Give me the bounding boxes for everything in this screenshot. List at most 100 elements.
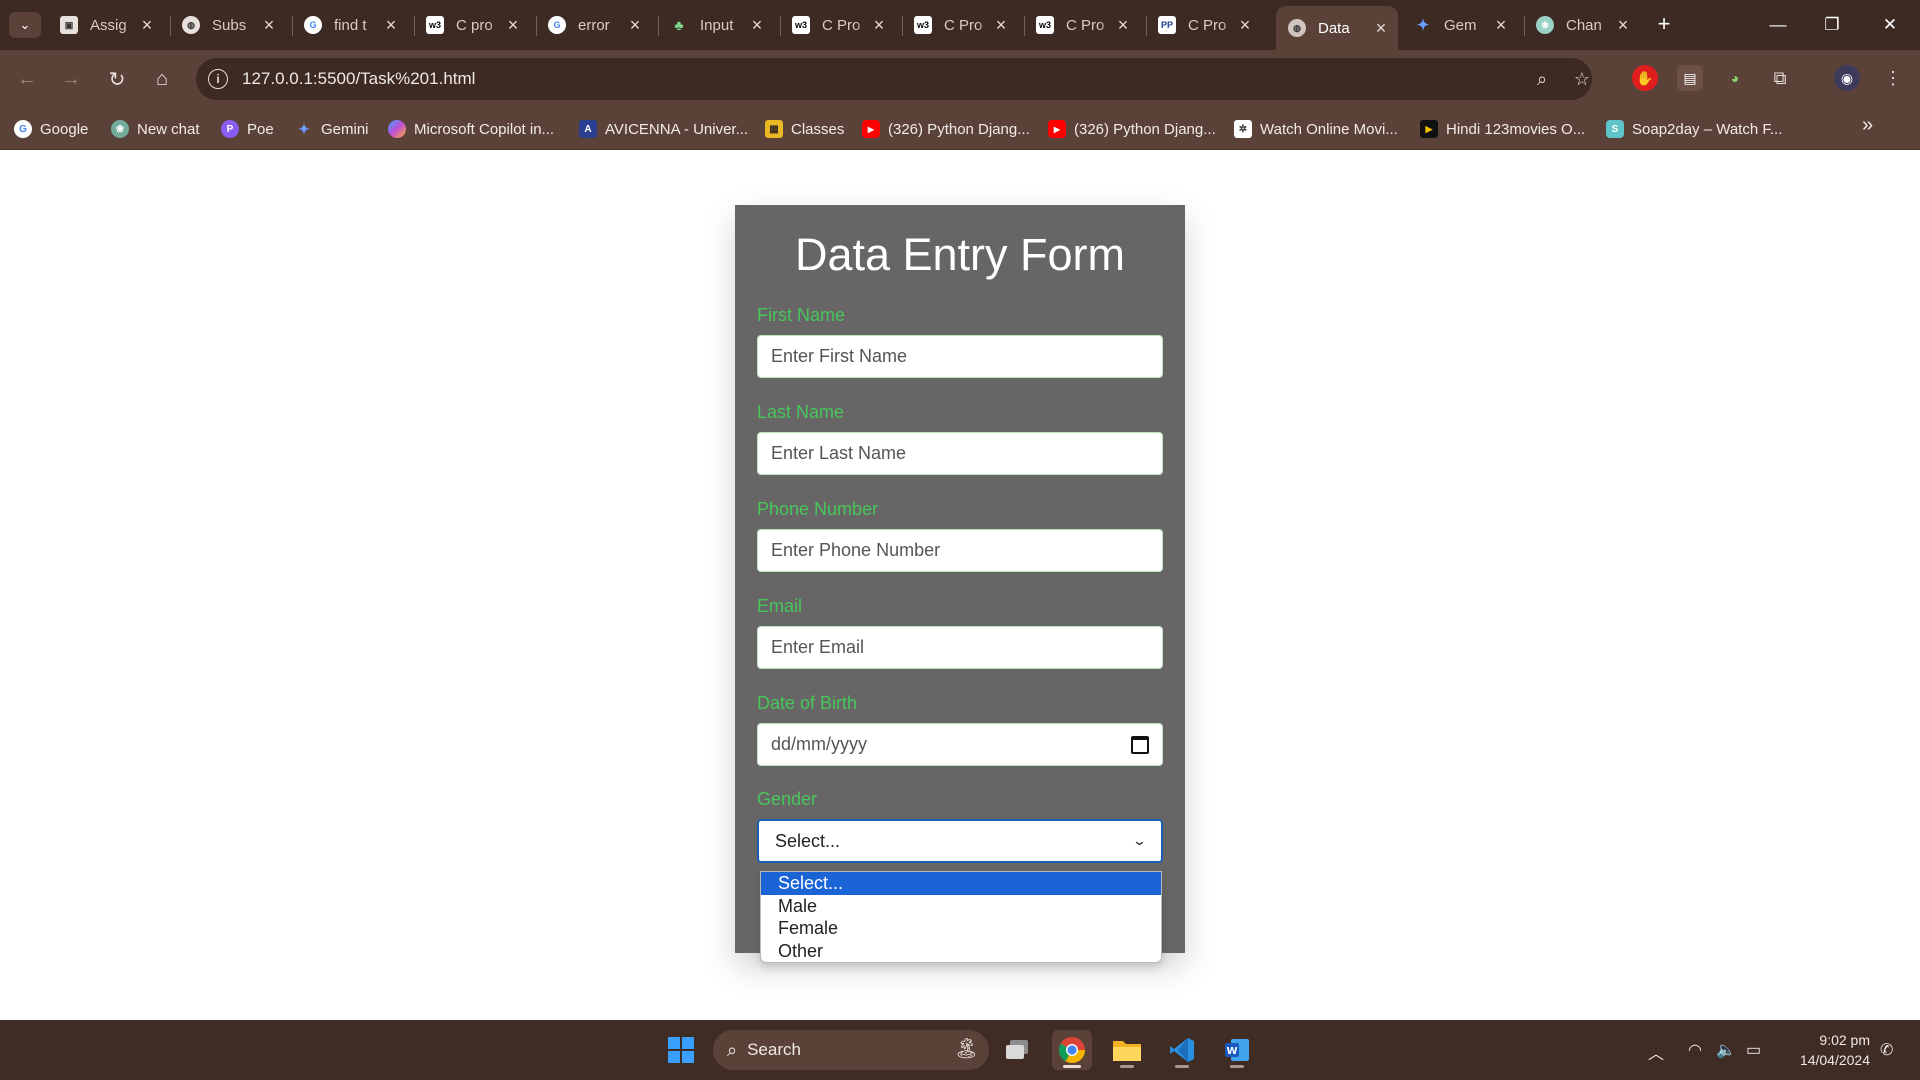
- gemini-icon: ✦: [1416, 17, 1430, 34]
- close-icon[interactable]: ×: [1492, 15, 1510, 36]
- first-name-label: First Name: [757, 305, 846, 325]
- close-icon[interactable]: ×: [382, 15, 400, 36]
- browser-tab[interactable]: G error ×: [536, 8, 652, 42]
- show-hidden-icons-chevron-icon[interactable]: ︿: [1648, 1040, 1664, 1064]
- reload-icon[interactable]: ↻: [102, 64, 132, 94]
- bookmark-poe[interactable]: P Poe: [221, 116, 274, 142]
- browser-tab[interactable]: w3 C Pro ×: [902, 8, 1018, 42]
- last-name-input[interactable]: [757, 432, 1163, 475]
- vscode-icon[interactable]: [1162, 1030, 1202, 1070]
- email-input[interactable]: [757, 626, 1163, 669]
- tab-search-button[interactable]: ⌄: [9, 12, 41, 38]
- bookmark-star-icon[interactable]: ☆: [1570, 67, 1594, 91]
- bookmark-google[interactable]: G Google: [14, 116, 88, 142]
- google-icon: G: [304, 16, 322, 34]
- browser-tab[interactable]: ❀ Chan ×: [1524, 8, 1640, 42]
- task-view-icon[interactable]: [997, 1030, 1037, 1070]
- gender-option-other[interactable]: Other: [761, 940, 1161, 963]
- window-close-icon[interactable]: ✕: [1864, 6, 1916, 44]
- more-bookmarks-chevron-icon[interactable]: »: [1862, 114, 1873, 137]
- google-icon: G: [548, 16, 566, 34]
- close-icon[interactable]: ×: [626, 15, 644, 36]
- wifi-icon[interactable]: ◠: [1688, 1040, 1702, 1060]
- system-clock[interactable]: 9:02 pm 14/04/2024: [1780, 1030, 1870, 1070]
- gender-select[interactable]: Select... ⌄: [757, 819, 1163, 863]
- bookmark-avicenna[interactable]: A AVICENNA - Univer...: [579, 116, 748, 142]
- browser-tab[interactable]: ✦ Gem ×: [1402, 8, 1518, 42]
- globe-icon: ◍: [1288, 19, 1306, 37]
- close-icon[interactable]: ×: [870, 15, 888, 36]
- extension-red-icon[interactable]: ✋: [1632, 65, 1658, 91]
- gender-option-select[interactable]: Select...: [761, 872, 1161, 895]
- gender-option-male[interactable]: Male: [761, 895, 1161, 918]
- bookmark-gemini[interactable]: ✦ Gemini: [295, 116, 369, 142]
- close-icon[interactable]: ×: [992, 15, 1010, 36]
- browser-tab-bar: ⌄ ▣ Assig × ◍ Subs × G find t × w3 C pro…: [0, 0, 1920, 50]
- word-icon[interactable]: W: [1217, 1030, 1257, 1070]
- avicenna-icon: A: [579, 120, 597, 138]
- phone-number-input[interactable]: [757, 529, 1163, 572]
- file-explorer-icon[interactable]: [1107, 1030, 1147, 1070]
- date-of-birth-input[interactable]: dd/mm/yyyy: [757, 723, 1163, 766]
- battery-icon[interactable]: ▭: [1746, 1040, 1761, 1060]
- forward-arrow-icon[interactable]: →: [56, 64, 86, 94]
- minimize-icon[interactable]: —: [1752, 6, 1804, 44]
- calendar-icon[interactable]: [1131, 735, 1149, 754]
- restore-icon[interactable]: ❐: [1806, 6, 1858, 44]
- browser-tab[interactable]: ♣ Input ×: [658, 8, 774, 42]
- site-info-icon[interactable]: i: [208, 69, 228, 89]
- w3schools-icon: w3: [426, 16, 444, 34]
- chrome-taskbar-icon[interactable]: [1052, 1030, 1092, 1070]
- address-bar[interactable]: i 127.0.0.1:5500/Task%201.html ⌕ ☆: [196, 58, 1592, 100]
- play-icon: ▶: [1420, 120, 1438, 138]
- extension-google-icon[interactable]: ◕: [1722, 65, 1748, 91]
- volume-icon[interactable]: 🔈: [1716, 1040, 1736, 1060]
- browser-tab-active[interactable]: ◍ Data ×: [1276, 6, 1398, 50]
- taskbar-search-box[interactable]: ⌕ Search 🏝: [713, 1030, 989, 1070]
- browser-tab[interactable]: w3 C pro ×: [414, 8, 530, 42]
- gender-option-female[interactable]: Female: [761, 917, 1161, 940]
- close-icon[interactable]: ×: [1236, 15, 1254, 36]
- bookmark-soap2day[interactable]: S Soap2day – Watch F...: [1606, 116, 1782, 142]
- zoom-icon[interactable]: ⌕: [1530, 67, 1554, 91]
- windows-start-icon[interactable]: [661, 1030, 701, 1070]
- close-icon[interactable]: ×: [260, 15, 278, 36]
- browser-tab[interactable]: ▣ Assig ×: [48, 8, 164, 42]
- bookmark-new-chat[interactable]: ❀ New chat: [111, 116, 200, 142]
- extensions-puzzle-icon[interactable]: ⧉: [1767, 65, 1793, 91]
- close-icon[interactable]: ×: [748, 15, 766, 36]
- close-icon[interactable]: ×: [1114, 15, 1132, 36]
- bookmark-label: (326) Python Djang...: [1074, 120, 1216, 138]
- browser-tab[interactable]: w3 C Pro ×: [1024, 8, 1140, 42]
- bookmark-classes[interactable]: ▦ Classes: [765, 116, 844, 142]
- copilot-icon: [388, 120, 406, 138]
- close-icon[interactable]: ×: [1614, 15, 1632, 36]
- back-arrow-icon[interactable]: ←: [12, 64, 42, 94]
- bookmark-youtube-2[interactable]: ▶ (326) Python Djang...: [1048, 116, 1216, 142]
- extension-cast-icon[interactable]: ▤: [1677, 65, 1703, 91]
- bookmark-watch-online[interactable]: ✲ Watch Online Movi...: [1234, 116, 1398, 142]
- browser-tab[interactable]: PP C Pro ×: [1146, 8, 1262, 42]
- bookmark-copilot[interactable]: Microsoft Copilot in...: [388, 116, 554, 142]
- notification-icon[interactable]: ✆: [1880, 1040, 1893, 1060]
- url-text[interactable]: 127.0.0.1:5500/Task%201.html: [242, 69, 475, 89]
- bookmark-label: Gemini: [321, 120, 369, 138]
- tab-title: Chan: [1566, 16, 1602, 34]
- app-icon: ♣: [674, 17, 684, 33]
- browser-tab[interactable]: w3 C Pro ×: [780, 8, 896, 42]
- close-icon[interactable]: ×: [504, 15, 522, 36]
- bookmark-label: (326) Python Djang...: [888, 120, 1030, 138]
- bookmark-hindi-123movies[interactable]: ▶ Hindi 123movies O...: [1420, 116, 1585, 142]
- kebab-menu-icon[interactable]: ⋮: [1880, 65, 1906, 91]
- close-icon[interactable]: ×: [138, 15, 156, 36]
- new-tab-plus-icon[interactable]: +: [1650, 10, 1678, 38]
- close-icon[interactable]: ×: [1372, 18, 1390, 39]
- browser-tab[interactable]: ◍ Subs ×: [170, 8, 286, 42]
- bookmark-youtube-1[interactable]: ▶ (326) Python Djang...: [862, 116, 1030, 142]
- home-icon[interactable]: ⌂: [147, 64, 177, 94]
- first-name-input[interactable]: [757, 335, 1163, 378]
- data-entry-form: Data Entry Form First Name Last Name Pho…: [735, 205, 1185, 953]
- profile-avatar[interactable]: ◉: [1834, 65, 1860, 91]
- browser-tab[interactable]: G find t ×: [292, 8, 408, 42]
- running-indicator: [1120, 1065, 1134, 1068]
